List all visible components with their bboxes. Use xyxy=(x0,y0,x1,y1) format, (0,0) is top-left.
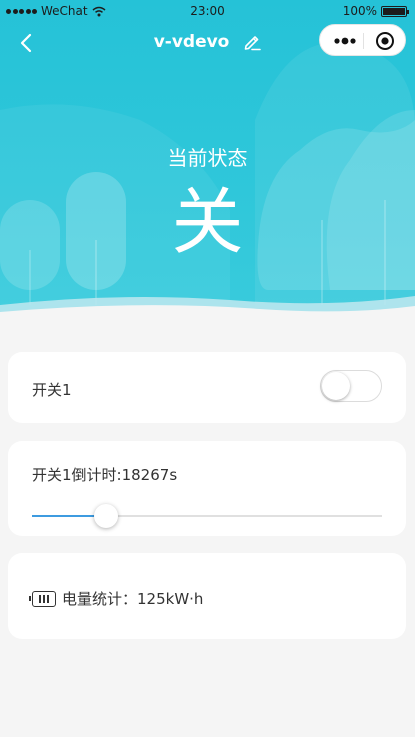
battery-percent: 100% xyxy=(342,4,377,18)
countdown-card: 开关1倒计时:18267s xyxy=(8,441,406,536)
capsule-divider xyxy=(363,33,364,49)
switch1-toggle[interactable] xyxy=(320,370,382,402)
energy-card: 电量统计：125kW·h xyxy=(8,553,406,639)
switch1-card: 开关1 xyxy=(8,352,406,423)
close-miniprogram-icon[interactable] xyxy=(374,30,396,52)
battery-group: 100% xyxy=(342,4,409,18)
energy-row: 电量统计：125kW·h xyxy=(29,588,204,609)
countdown-slider[interactable] xyxy=(32,504,382,528)
more-options-icon[interactable] xyxy=(330,30,362,52)
edit-pencil-icon[interactable] xyxy=(243,33,262,51)
status-bar: WeChat 23:00 100% xyxy=(0,0,415,22)
device-name: v-vdevo xyxy=(153,32,230,52)
battery-icon xyxy=(29,590,56,607)
toggle-knob xyxy=(322,372,350,400)
battery-icon xyxy=(381,5,409,17)
slider-thumb[interactable] xyxy=(93,504,118,528)
switch1-label: 开关1 xyxy=(32,381,72,399)
energy-label: 电量统计：125kW·h xyxy=(62,590,204,608)
mini-program-capsule xyxy=(319,24,406,56)
countdown-label: 开关1倒计时:18267s xyxy=(32,466,178,484)
current-state-label: 当前状态 xyxy=(167,146,248,170)
current-state-value: 关 xyxy=(171,180,244,264)
